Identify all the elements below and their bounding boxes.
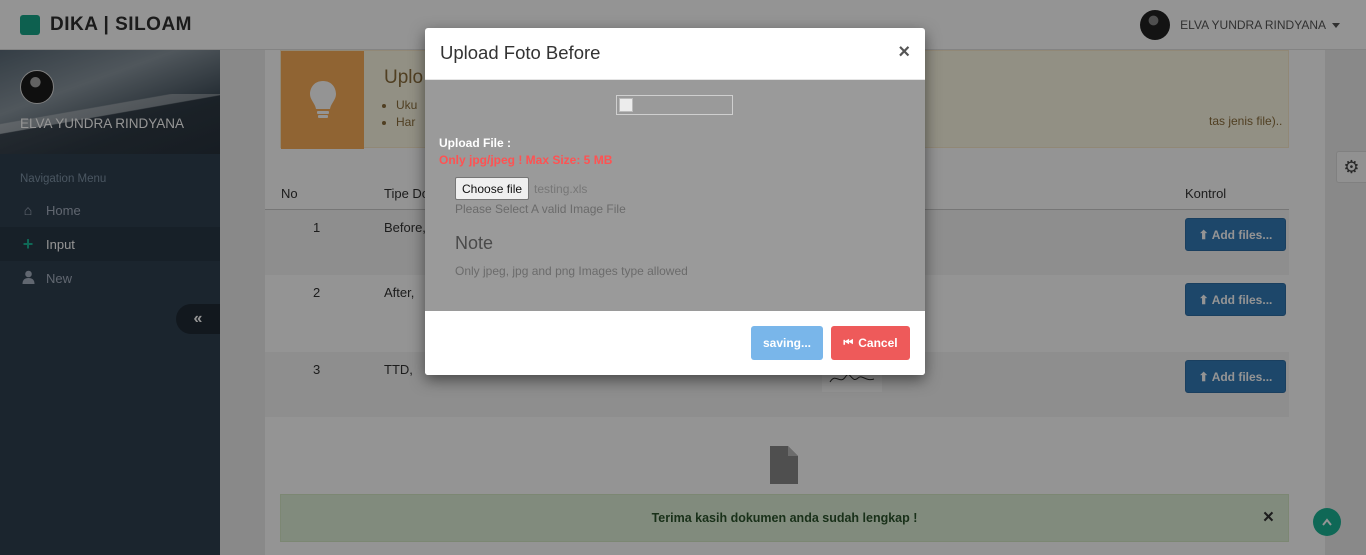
save-button[interactable]: saving... [751, 326, 823, 360]
upload-modal: Upload Foto Before × Upload File : Only … [425, 28, 925, 375]
cancel-label: Cancel [858, 336, 898, 350]
cancel-button[interactable]: ⏮ Cancel [831, 326, 910, 360]
upload-label: Upload File : [439, 136, 511, 150]
note-title: Note [455, 233, 494, 253]
modal-header: Upload Foto Before × [425, 28, 925, 80]
validation-message: Please Select A valid Image File [455, 202, 626, 216]
modal-title: Upload Foto Before [440, 42, 601, 63]
step-backward-icon: ⏮ [843, 336, 854, 349]
choose-file-button[interactable]: Choose file [455, 177, 530, 200]
modal-body: Upload File : Only jpg/jpeg ! Max Size: … [425, 80, 925, 311]
image-preview [616, 95, 733, 115]
upload-hint: Only jpg/jpeg ! Max Size: 5 MB [439, 153, 613, 167]
note-text: Only jpeg, jpg and png Images type allow… [455, 264, 688, 278]
close-icon[interactable]: × [898, 42, 910, 62]
file-input[interactable]: Choose file testing.xls [455, 177, 587, 200]
modal-footer: saving... ⏮ Cancel [425, 311, 925, 375]
selected-file-name: testing.xls [534, 181, 588, 196]
